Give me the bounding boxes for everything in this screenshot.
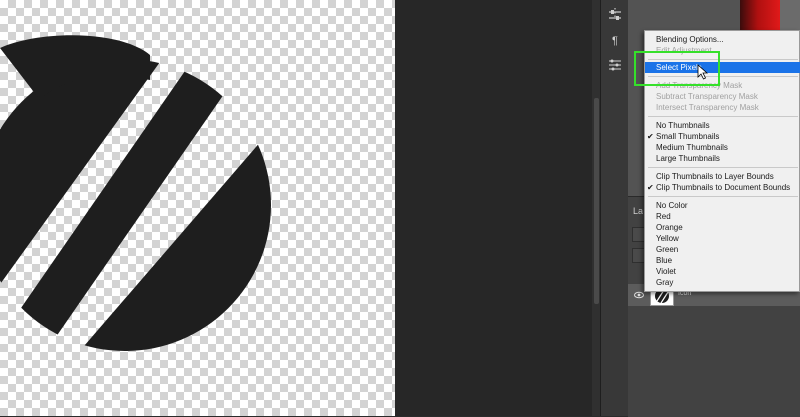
checkmark-icon: ✔ xyxy=(647,183,654,192)
menu-item-label: Small Thumbnails xyxy=(656,132,720,141)
pointer-cursor-icon xyxy=(697,64,709,80)
menu-item-blue[interactable]: Blue xyxy=(645,255,800,266)
menu-item-orange[interactable]: Orange xyxy=(645,222,800,233)
menu-item-label: Clip Thumbnails to Document Bounds xyxy=(656,183,791,192)
sliders-glyph xyxy=(609,10,621,20)
menu-item-no-color[interactable]: No Color xyxy=(645,200,800,211)
menu-item-blending-options[interactable]: Blending Options... xyxy=(645,34,800,45)
panel-icon-strip: ⋮ ¶ xyxy=(600,0,629,416)
menu-item-intersect-transparency-mask: Intersect Transparency Mask xyxy=(656,103,759,112)
menu-separator xyxy=(648,116,798,117)
menu-item-large-thumbnails[interactable]: Large Thumbnails xyxy=(645,153,800,164)
color-panel-edge xyxy=(780,0,800,34)
menu-item-subtract-transparency-mask: Subtract Transparency Mask xyxy=(656,92,758,101)
menu-item-red[interactable]: Red xyxy=(645,211,800,222)
eye-icon[interactable] xyxy=(634,290,644,300)
logo-segment-right xyxy=(72,125,271,351)
adjustments-icon[interactable] xyxy=(605,58,625,76)
layers-tab-label[interactable]: La xyxy=(633,206,643,216)
menu-item-medium-thumbnails[interactable]: Medium Thumbnails xyxy=(645,142,800,153)
menu-item-yellow[interactable]: Yellow xyxy=(645,233,800,244)
stripe-circle-logo xyxy=(0,35,271,351)
paragraph-icon[interactable]: ¶ xyxy=(605,32,625,50)
menu-separator xyxy=(648,196,798,197)
color-picker-field[interactable] xyxy=(740,0,780,34)
menu-item-violet[interactable]: Violet xyxy=(645,266,800,277)
checkmark-icon: ✔ xyxy=(647,132,654,141)
layers-filter-icon[interactable] xyxy=(605,8,625,26)
menu-item-clip-layer-bounds[interactable]: Clip Thumbnails to Layer Bounds xyxy=(645,171,800,182)
adjust-glyph xyxy=(609,59,621,71)
scrollbar-thumb[interactable] xyxy=(594,98,599,304)
menu-separator xyxy=(648,167,798,168)
menu-item-gray[interactable]: Gray xyxy=(645,277,800,288)
pasteboard xyxy=(395,0,592,416)
menu-item-no-thumbnails[interactable]: No Thumbnails xyxy=(645,120,800,131)
document-canvas[interactable] xyxy=(0,0,395,416)
menu-item-small-thumbnails[interactable]: ✔ Small Thumbnails xyxy=(645,131,800,142)
menu-item-green[interactable]: Green xyxy=(645,244,800,255)
menu-item-clip-document-bounds[interactable]: ✔ Clip Thumbnails to Document Bounds xyxy=(645,182,800,193)
